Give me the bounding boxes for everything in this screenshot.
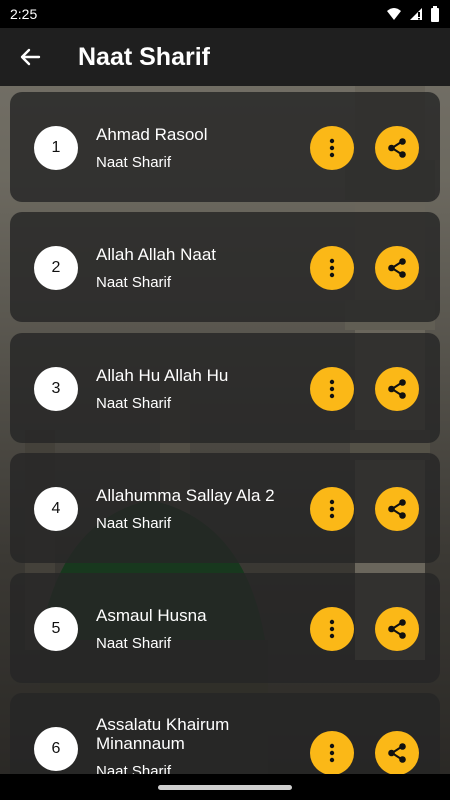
share-icon — [388, 258, 406, 278]
share-button[interactable] — [375, 126, 419, 170]
item-subtitle: Naat Sharif — [96, 154, 172, 171]
list-item[interactable]: 2 Allah Allah Naat Naat Sharif — [10, 212, 440, 322]
list-item[interactable]: 5 Asmaul Husna Naat Sharif — [10, 573, 440, 683]
item-title: Ahmad Rasool — [96, 125, 208, 144]
list-item[interactable]: 4 Allahumma Sallay Ala 2 Naat Sharif — [10, 453, 440, 563]
item-title: Allahumma Sallay Ala 2 — [96, 486, 275, 505]
signal-icon — [410, 8, 422, 20]
share-button[interactable] — [375, 246, 419, 290]
back-button[interactable] — [0, 28, 60, 86]
more-vertical-icon — [329, 258, 335, 278]
wifi-icon — [387, 8, 401, 20]
item-number: 2 — [34, 246, 78, 290]
item-subtitle: Naat Sharif — [96, 763, 172, 774]
share-icon — [388, 499, 406, 519]
naat-list[interactable]: 1 Ahmad Rasool Naat Sharif 2 Allah Allah… — [10, 92, 440, 774]
home-indicator[interactable] — [158, 784, 292, 790]
list-item[interactable]: 3 Allah Hu Allah Hu Naat Sharif — [10, 333, 440, 443]
share-button[interactable] — [375, 731, 419, 774]
share-button[interactable] — [375, 607, 419, 651]
navigation-bar — [0, 774, 450, 800]
share-icon — [388, 619, 406, 639]
item-subtitle: Naat Sharif — [96, 635, 172, 652]
item-number: 3 — [34, 367, 78, 411]
status-icons — [386, 6, 440, 22]
more-vertical-icon — [329, 379, 335, 399]
list-item[interactable]: 1 Ahmad Rasool Naat Sharif — [10, 92, 440, 202]
status-bar: 2:25 — [0, 0, 450, 28]
more-options-button[interactable] — [310, 487, 354, 531]
more-vertical-icon — [329, 138, 335, 158]
list-item[interactable]: 6 Assalatu Khairum Minannaum Naat Sharif — [10, 693, 440, 774]
item-subtitle: Naat Sharif — [96, 274, 172, 291]
arrow-left-icon — [20, 48, 41, 66]
share-icon — [388, 379, 406, 399]
item-title: Asmaul Husna — [96, 606, 207, 625]
more-options-button[interactable] — [310, 731, 354, 774]
item-title: Allah Allah Naat — [96, 245, 217, 264]
item-number: 1 — [34, 126, 78, 170]
item-title: Allah Hu Allah Hu — [96, 366, 229, 385]
share-icon — [388, 138, 406, 158]
share-button[interactable] — [375, 487, 419, 531]
page-title: Naat Sharif — [78, 42, 210, 71]
more-vertical-icon — [329, 499, 335, 519]
share-icon — [388, 743, 406, 763]
more-options-button[interactable] — [310, 607, 354, 651]
more-vertical-icon — [329, 743, 335, 763]
item-title: Assalatu Khairum Minannaum — [96, 715, 230, 753]
status-time: 2:25 — [10, 6, 38, 22]
app-bar: Naat Sharif — [0, 28, 450, 86]
more-options-button[interactable] — [310, 367, 354, 411]
item-subtitle: Naat Sharif — [96, 395, 172, 412]
share-button[interactable] — [375, 367, 419, 411]
item-subtitle: Naat Sharif — [96, 515, 172, 532]
item-number: 6 — [34, 727, 78, 771]
more-options-button[interactable] — [310, 126, 354, 170]
item-number: 5 — [34, 607, 78, 651]
more-options-button[interactable] — [310, 246, 354, 290]
more-vertical-icon — [329, 619, 335, 639]
battery-icon — [431, 6, 439, 22]
item-number: 4 — [34, 487, 78, 531]
